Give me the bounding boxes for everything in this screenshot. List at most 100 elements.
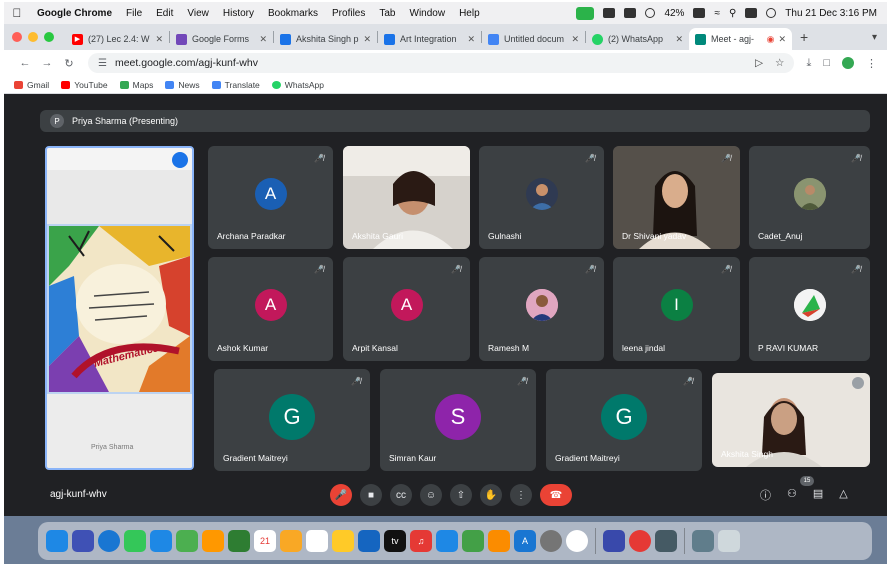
participant-tile[interactable]: 🎤̸ Cadet_Anuj bbox=[749, 146, 870, 249]
participant-tile[interactable]: 🎤̸ A Archana Paradkar bbox=[208, 146, 333, 249]
tab-search-chevron-icon[interactable]: ▾ bbox=[872, 32, 877, 43]
tab-close-icon[interactable]: ✕ bbox=[155, 34, 163, 45]
bookmark-youtube[interactable]: YouTube bbox=[61, 80, 108, 90]
participant-tile-self[interactable]: Akshita Singh bbox=[712, 373, 870, 467]
more-options-icon[interactable] bbox=[852, 377, 864, 389]
mic-toggle-button[interactable]: 🎤 bbox=[330, 484, 352, 506]
participant-tile[interactable]: 🎤̸ Dr Shivani yadav bbox=[613, 146, 740, 249]
present-button[interactable]: ⇧ bbox=[450, 484, 472, 506]
bookmark-maps[interactable]: Maps bbox=[119, 80, 153, 90]
menu-window[interactable]: Window bbox=[403, 8, 453, 19]
site-info-icon[interactable]: ☰ bbox=[98, 58, 107, 69]
menu-tab[interactable]: Tab bbox=[372, 8, 402, 19]
menu-profiles[interactable]: Profiles bbox=[325, 8, 372, 19]
notes-icon[interactable] bbox=[280, 530, 302, 552]
download-icon[interactable]: ⤓ bbox=[806, 57, 811, 70]
tab-untitled-doc[interactable]: Untitled docum ✕ bbox=[482, 28, 585, 50]
tab-close-icon[interactable]: ✕ bbox=[259, 34, 267, 45]
tab-art-integration[interactable]: Art Integration ✕ bbox=[378, 28, 481, 50]
bookmark-gmail[interactable]: Gmail bbox=[14, 80, 49, 90]
app-store-icon[interactable]: A bbox=[514, 530, 536, 552]
menu-file[interactable]: File bbox=[119, 8, 149, 19]
mail-icon[interactable] bbox=[150, 530, 172, 552]
participant-tile[interactable]: 🎤̸ P RAVI KUMAR bbox=[749, 257, 870, 361]
downloads-stack-icon[interactable] bbox=[692, 530, 714, 552]
chrome-icon[interactable] bbox=[566, 530, 588, 552]
menu-history[interactable]: History bbox=[216, 8, 261, 19]
participant-tile[interactable]: 🎤̸ A Arpit Kansal bbox=[343, 257, 470, 361]
tab-close-icon[interactable]: ✕ bbox=[778, 34, 786, 45]
cast-icon[interactable]: ▷ bbox=[755, 57, 763, 69]
menu-edit[interactable]: Edit bbox=[149, 8, 180, 19]
safari-icon[interactable] bbox=[98, 530, 120, 552]
new-tab-icon[interactable]: + bbox=[800, 29, 808, 45]
music-icon[interactable]: ♫ bbox=[410, 530, 432, 552]
info-icon[interactable]: ⓘ bbox=[760, 487, 771, 503]
tv-icon[interactable]: tv bbox=[384, 530, 406, 552]
camera-indicator-icon[interactable] bbox=[576, 6, 595, 20]
screen-share-icon[interactable] bbox=[655, 530, 677, 552]
captions-button[interactable]: cc bbox=[390, 484, 412, 506]
facetime-icon[interactable] bbox=[228, 530, 250, 552]
address-url[interactable]: meet.google.com/agj-kunf-whv bbox=[115, 57, 258, 69]
wifi-icon[interactable]: ≈ bbox=[714, 8, 720, 19]
tab-close-icon[interactable]: ✕ bbox=[571, 34, 579, 45]
apple-icon[interactable]:  bbox=[4, 6, 30, 20]
menu-clock[interactable]: Thu 21 Dec 3:16 PM bbox=[785, 8, 877, 19]
camera-toggle-button[interactable]: ■ bbox=[360, 484, 382, 506]
freeform-icon[interactable] bbox=[358, 530, 380, 552]
menu-app-name[interactable]: Google Chrome bbox=[30, 8, 119, 19]
tab-meet[interactable]: Meet - agj- ◉ ✕ bbox=[689, 28, 792, 50]
pages-icon[interactable] bbox=[488, 530, 510, 552]
participant-tile[interactable]: 🎤̸ Ramesh M bbox=[479, 257, 604, 361]
side-panel-icon[interactable]: □ bbox=[823, 57, 830, 69]
podcasts-icon[interactable] bbox=[436, 530, 458, 552]
tab-akshita[interactable]: Akshita Singh p ✕ bbox=[274, 28, 377, 50]
bookmark-news[interactable]: News bbox=[165, 80, 200, 90]
zoom-window-button[interactable] bbox=[44, 32, 54, 42]
tab-youtube[interactable]: ▶ (27) Lec 2.4: W ✕ bbox=[66, 28, 169, 50]
chat-icon[interactable]: ▤ bbox=[813, 487, 823, 503]
menu-view[interactable]: View bbox=[180, 8, 216, 19]
bookmark-translate[interactable]: Translate bbox=[211, 80, 260, 90]
finder-icon[interactable] bbox=[46, 530, 68, 552]
tt-icon[interactable] bbox=[624, 8, 637, 18]
battery-percent[interactable]: 42% bbox=[664, 8, 684, 19]
more-options-button[interactable]: ⋮ bbox=[510, 484, 532, 506]
minimize-window-button[interactable] bbox=[28, 32, 38, 42]
control-center-icon[interactable] bbox=[745, 8, 758, 18]
emoji-button[interactable]: ☺ bbox=[420, 484, 442, 506]
back-icon[interactable]: ← bbox=[14, 57, 36, 69]
status-circle-icon[interactable] bbox=[645, 8, 656, 18]
raise-hand-button[interactable]: ✋ bbox=[480, 484, 502, 506]
calendar-icon[interactable]: 21 bbox=[254, 530, 276, 552]
leave-call-button[interactable]: ☎ bbox=[540, 484, 572, 506]
chrome-menu-icon[interactable]: ⋮ bbox=[866, 57, 877, 70]
tab-google-forms[interactable]: Google Forms ✕ bbox=[170, 28, 273, 50]
forward-icon[interactable]: → bbox=[36, 57, 58, 69]
menu-bookmarks[interactable]: Bookmarks bbox=[261, 8, 325, 19]
launchpad-icon[interactable] bbox=[72, 530, 94, 552]
spotlight-icon[interactable]: ⚲ bbox=[729, 8, 736, 19]
reminders-icon[interactable] bbox=[306, 530, 328, 552]
numbers-icon[interactable] bbox=[462, 530, 484, 552]
drive-icon[interactable] bbox=[603, 8, 616, 18]
participant-tile[interactable]: 🎤̸ S Simran Kaur bbox=[380, 369, 536, 471]
participant-tile[interactable]: 🎤̸ A Ashok Kumar bbox=[208, 257, 333, 361]
siri-icon[interactable] bbox=[766, 8, 777, 18]
record-icon[interactable] bbox=[629, 530, 651, 552]
tab-whatsapp[interactable]: (2) WhatsApp ✕ bbox=[586, 28, 689, 50]
menu-help[interactable]: Help bbox=[452, 8, 487, 19]
participant-tile[interactable]: 🎤̸ I leena jindal bbox=[613, 257, 740, 361]
shared-screen[interactable]: Mathematics Priya Sharma bbox=[45, 146, 194, 470]
bookmark-star-icon[interactable]: ☆ bbox=[775, 57, 784, 69]
bookmark-whatsapp[interactable]: WhatsApp bbox=[271, 80, 324, 90]
profile-avatar[interactable] bbox=[842, 57, 854, 69]
tab-close-icon[interactable]: ✕ bbox=[363, 34, 371, 45]
participant-tile[interactable]: 🎤̸ G Gradient Maitreyi bbox=[214, 369, 370, 471]
tab-close-icon[interactable]: ✕ bbox=[467, 34, 475, 45]
photos-icon[interactable] bbox=[202, 530, 224, 552]
close-window-button[interactable] bbox=[12, 32, 22, 42]
settings-icon[interactable] bbox=[540, 530, 562, 552]
participant-tile[interactable]: Akshita Gauri bbox=[343, 146, 470, 249]
